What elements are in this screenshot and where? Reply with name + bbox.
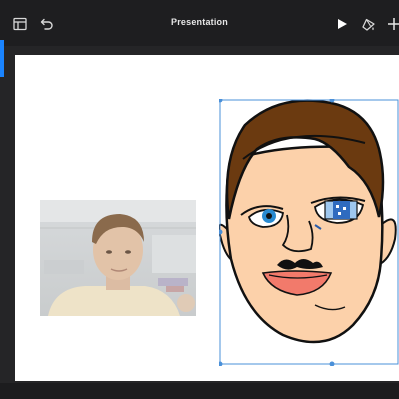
photo-image[interactable]	[40, 200, 196, 316]
format-brush-icon[interactable]	[358, 14, 378, 34]
app-window: Presentation	[0, 0, 399, 399]
play-icon[interactable]	[332, 14, 352, 34]
drawn-face-image[interactable]	[219, 99, 399, 366]
slide-thumbnail-indicator[interactable]	[0, 40, 4, 77]
top-toolbar: Presentation	[0, 0, 399, 46]
add-icon[interactable]	[384, 14, 399, 34]
bottom-bar	[0, 383, 399, 399]
